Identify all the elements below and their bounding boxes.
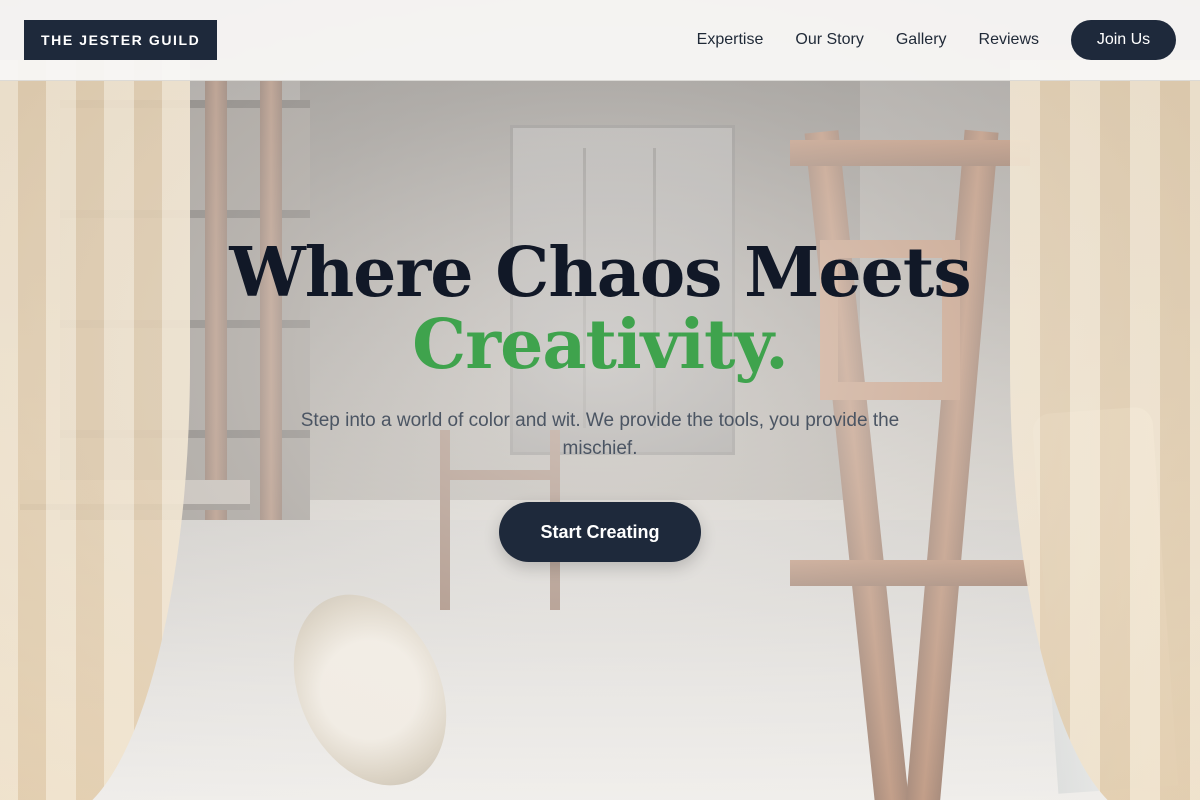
main-nav: Expertise Our Story Gallery Reviews Join… — [697, 20, 1176, 60]
hero-headline: Where Chaos Meets — [229, 233, 971, 313]
brand-logo[interactable]: THE JESTER GUILD — [24, 20, 218, 60]
nav-link-reviews[interactable]: Reviews — [979, 31, 1039, 49]
hero-section: Where Chaos Meets Creativity. Step into … — [0, 81, 1200, 800]
join-us-button[interactable]: Join Us — [1071, 20, 1176, 60]
start-creating-button[interactable]: Start Creating — [499, 502, 701, 562]
nav-link-expertise[interactable]: Expertise — [697, 31, 764, 49]
hero-subtitle: Step into a world of color and wit. We p… — [300, 410, 900, 459]
nav-link-gallery[interactable]: Gallery — [896, 31, 947, 49]
nav-link-our-story[interactable]: Our Story — [795, 31, 863, 49]
top-navbar: THE JESTER GUILD Expertise Our Story Gal… — [0, 0, 1200, 81]
hero-headline-accent: Creativity. — [412, 305, 789, 385]
